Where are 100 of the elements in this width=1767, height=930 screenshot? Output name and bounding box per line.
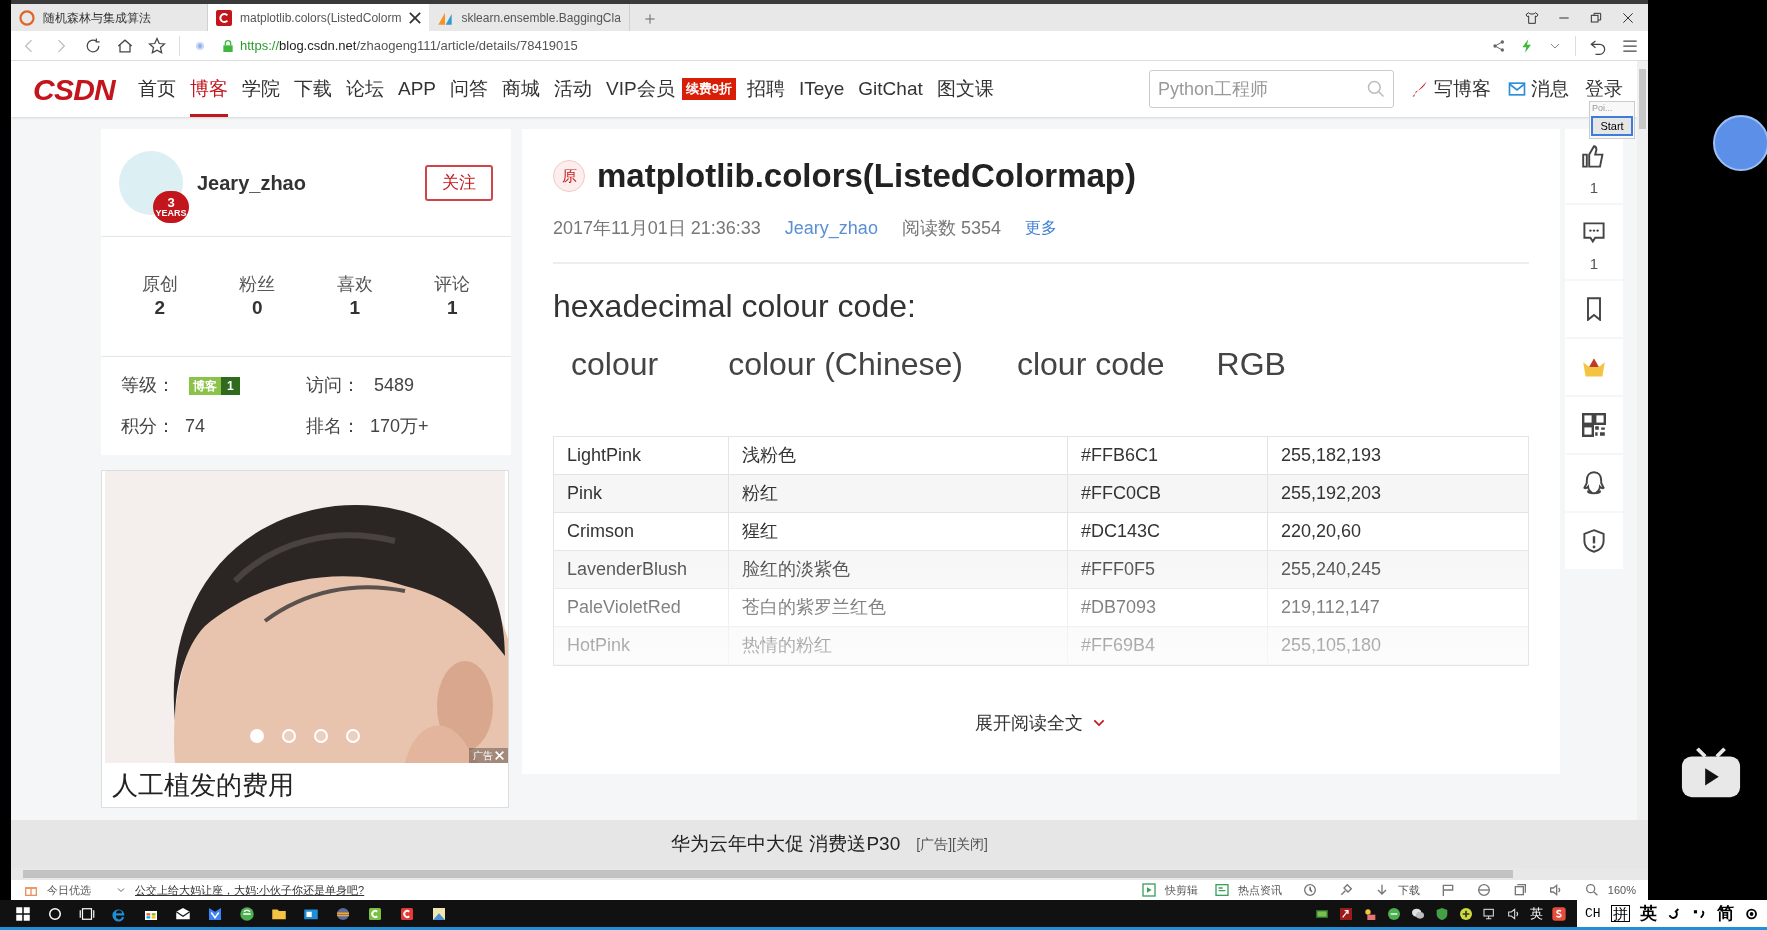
info-value: 74	[185, 415, 206, 438]
ime-app-icon[interactable]	[1551, 905, 1567, 922]
star-icon[interactable]	[147, 35, 167, 56]
ad-card[interactable]: 广告 人工植发的费用	[101, 470, 509, 808]
comment-icon	[1582, 220, 1606, 245]
stat-label: 粉丝	[239, 273, 276, 296]
rail-button[interactable]: 1	[1565, 129, 1623, 203]
nav-action-link[interactable]: 写博客	[1410, 74, 1491, 104]
clip-icon[interactable]	[1140, 882, 1157, 898]
penguin-icon	[1582, 471, 1606, 495]
ad-label: 广告	[473, 749, 493, 763]
banner-links[interactable]: [广告][关闭]	[916, 833, 988, 855]
nav-link[interactable]: 商城	[495, 61, 548, 117]
ad-banner[interactable]: 华为云年中大促 消费送P30 [广告][关闭]	[11, 820, 1648, 868]
qr-code-icon	[1582, 413, 1606, 437]
status-text[interactable]: 下载	[1397, 881, 1420, 899]
nav-link[interactable]: ITeye	[791, 61, 852, 117]
nav-link[interactable]: 活动	[547, 61, 600, 117]
nav-link[interactable]: VIP会员	[599, 61, 682, 117]
table-cell: Pink	[554, 474, 729, 512]
nav-link[interactable]: 学院	[235, 61, 287, 117]
nav-link[interactable]: 问答	[443, 61, 496, 117]
stat-label: 喜欢	[336, 273, 373, 296]
close-icon[interactable]	[1620, 10, 1636, 26]
scrollbar[interactable]	[1637, 61, 1648, 820]
promo-badge: 续费9折	[681, 78, 736, 100]
column-heading: RGB	[1216, 344, 1286, 384]
nav-link[interactable]: 论坛	[339, 61, 391, 117]
rail-button[interactable]	[1565, 397, 1623, 453]
browser-icon[interactable]	[1386, 905, 1402, 922]
nav-link[interactable]: 首页	[131, 61, 183, 117]
ad-caption[interactable]: 人工植发的费用	[102, 763, 508, 807]
scrollbar[interactable]	[11, 868, 1648, 880]
rail-button[interactable]	[1565, 513, 1623, 569]
plus-app-icon[interactable]	[1458, 905, 1474, 922]
news-link[interactable]: 公交上给大妈让座，大妈:小伙子你还是单身吧?	[135, 881, 365, 899]
address-field[interactable]: https://blog.csdn.net/zhaogeng111/article/details/78419015	[220, 35, 1479, 56]
report-icon	[1582, 529, 1606, 553]
stat-value: 1	[349, 295, 361, 320]
nav-action-link[interactable]: 消息	[1507, 74, 1569, 104]
status-text[interactable]: 热点资讯	[1237, 881, 1282, 899]
ime-mode[interactable]: 拼	[1610, 905, 1630, 922]
browser-icon[interactable]	[238, 904, 256, 923]
stat-value: 1	[446, 295, 458, 320]
rail-button[interactable]	[1565, 455, 1623, 511]
rail-button[interactable]	[1565, 281, 1623, 337]
nav-link[interactable]: APP	[391, 61, 444, 117]
restore-icon[interactable]	[1588, 10, 1604, 26]
zoom-level[interactable]: 160%	[1607, 881, 1636, 899]
status-text[interactable]: 快剪辑	[1164, 881, 1198, 899]
nav-link[interactable]: 博客	[183, 61, 235, 117]
rail-button[interactable]: 1	[1565, 205, 1623, 279]
popup-title: Poi...	[1591, 102, 1614, 115]
ime-mode[interactable]: 简	[1716, 900, 1734, 927]
table-cell: #DB7093	[1068, 588, 1268, 626]
ime-mode[interactable]: CH	[1585, 903, 1601, 924]
stat-label: 评论	[434, 273, 471, 296]
nav-link[interactable]: 招聘	[739, 61, 792, 117]
nav-link[interactable]: 下载	[287, 61, 339, 117]
table-cell: 粉红	[729, 474, 1068, 512]
ime-mode[interactable]: 英	[1639, 900, 1657, 927]
nav-link[interactable]: 图文课	[929, 61, 1001, 117]
table-cell: 脸红的淡紫色	[729, 550, 1068, 588]
avatar[interactable]	[1713, 115, 1767, 171]
table-cell-text: 219,112,147	[1280, 595, 1381, 619]
table-cell: 浅粉色	[729, 436, 1068, 474]
username[interactable]: Jeary_zhao	[197, 167, 425, 198]
close-icon[interactable]	[409, 11, 422, 24]
info-label: 等级：	[121, 374, 175, 397]
article-title: matplotlib.colors(ListedColormap)	[597, 156, 1137, 196]
years-badge: 3 YEARS	[153, 190, 189, 223]
original-badge: 原	[553, 159, 585, 192]
security-icon[interactable]	[1434, 905, 1450, 922]
table-cell: LavenderBlush	[554, 550, 729, 588]
search-field[interactable]: Python工程师	[1149, 70, 1394, 108]
shirt-icon[interactable]	[1524, 10, 1540, 26]
mail-icon	[1507, 79, 1527, 99]
start-button[interactable]: Start	[1591, 115, 1633, 136]
browser-tab[interactable]: matplotlib.colors(ListedColorm	[208, 4, 430, 31]
pdf-icon[interactable]	[1338, 905, 1354, 922]
table-cell: Crimson	[554, 512, 729, 550]
stat-value: 0	[251, 295, 263, 320]
follow-button[interactable]: 关注	[425, 164, 493, 201]
language-indicator[interactable]: 英	[1530, 903, 1543, 924]
windows-start-icon[interactable]	[14, 904, 32, 923]
more-link[interactable]: 更多	[1024, 216, 1057, 240]
info-value: 5489	[374, 374, 415, 397]
news-icon[interactable]	[1213, 882, 1230, 898]
expand-link[interactable]: 展开阅读全文	[975, 709, 1107, 737]
lock-icon	[220, 37, 236, 54]
info-label: 积分：	[121, 415, 175, 438]
table-cell: #FF69B4	[1068, 626, 1268, 664]
share-icon[interactable]	[1491, 37, 1507, 54]
csdn-logo[interactable]: CSDN	[33, 66, 115, 112]
clock-icon[interactable]	[1301, 882, 1318, 898]
zoom-icon[interactable]	[1583, 882, 1600, 898]
nav-action-link[interactable]: 登录	[1585, 74, 1623, 104]
table-cell: 热情的粉红	[729, 626, 1068, 664]
table-cell: HotPink	[554, 626, 729, 664]
nav-link[interactable]: GitChat	[851, 61, 930, 117]
